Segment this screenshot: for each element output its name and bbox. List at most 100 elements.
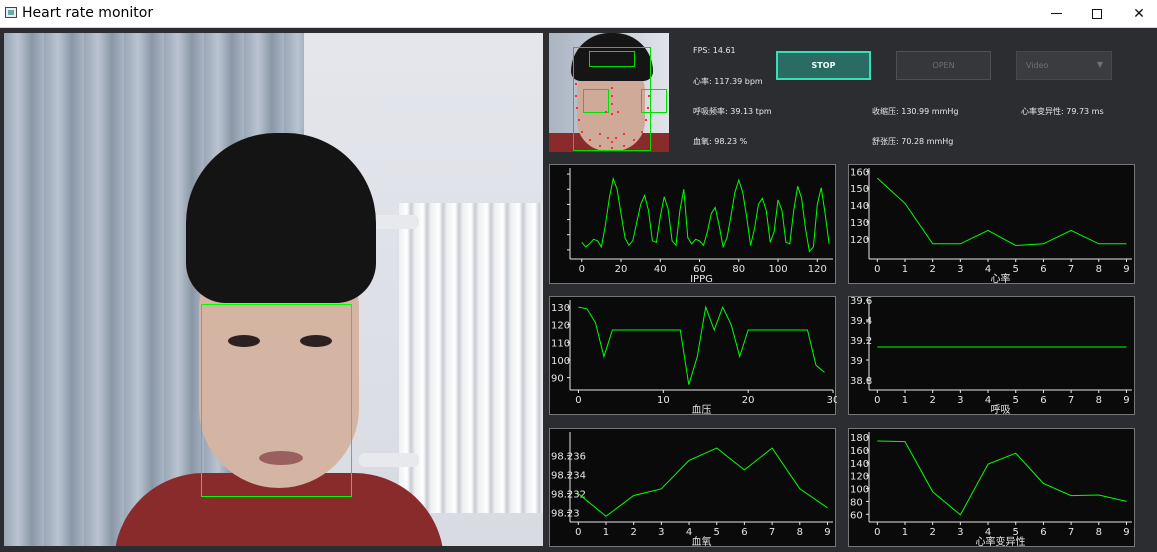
window-title: Heart rate monitor	[22, 5, 154, 21]
landmark-dot	[575, 95, 577, 97]
x-tick-label: 0	[579, 264, 585, 275]
y-tick-label: 140	[850, 459, 869, 470]
landmark-dot	[611, 95, 613, 97]
y-tick-label: 80	[850, 497, 863, 508]
x-tick-label: 9	[824, 527, 830, 538]
x-tick-label: 80	[732, 264, 745, 275]
y-tick-label: 120	[850, 472, 869, 483]
y-tick-label: 60	[850, 510, 863, 521]
x-axis-label: 呼吸	[991, 404, 1011, 416]
landmark-dot	[623, 133, 625, 135]
x-tick-label: 7	[769, 527, 775, 538]
x-tick-label: 0	[874, 395, 880, 406]
x-axis-label: 血压	[692, 403, 712, 416]
hrv-plot-canvas: 0 1 2 3 4 5 6 7 8 96080100120140160180心率变异性	[850, 432, 1132, 548]
x-tick-label: 5	[714, 527, 720, 538]
landmark-dot	[633, 139, 635, 141]
y-tick-label: 160	[850, 167, 869, 178]
x-tick-label: 1	[902, 264, 908, 275]
landmark-dot	[617, 111, 619, 113]
x-tick-label: 5	[1013, 395, 1019, 406]
landmark-dot	[575, 83, 577, 85]
maximize-button[interactable]	[1074, 0, 1120, 27]
landmark-dot	[645, 119, 647, 121]
x-axis-label: 心率变异性	[976, 535, 1026, 548]
y-tick-label: 90	[551, 374, 564, 385]
landmark-dot	[599, 145, 601, 147]
landmark-dot	[611, 147, 613, 149]
series-line	[577, 447, 828, 517]
roi-left-cheek-box	[583, 89, 609, 113]
x-tick-label: 2	[929, 527, 935, 538]
x-tick-label: 6	[741, 527, 747, 538]
x-tick-label: 6	[1040, 395, 1046, 406]
x-tick-label: 0	[874, 527, 880, 538]
x-tick-label: 3	[957, 395, 963, 406]
x-tick-label: 9	[1123, 395, 1129, 406]
landmark-dot	[611, 103, 613, 105]
source-select-value: Video	[1026, 61, 1049, 70]
y-tick-label: 98.234	[551, 471, 586, 482]
x-tick-label: 6	[1040, 264, 1046, 275]
x-tick-label: 2	[630, 527, 636, 538]
roi-right-cheek-box	[641, 89, 667, 113]
series-line	[581, 176, 830, 253]
y-tick-label: 150	[850, 184, 869, 195]
radiator-pipe-lower	[359, 453, 419, 467]
landmark-dot	[611, 141, 613, 143]
landmark-dot	[641, 131, 643, 133]
y-tick-label: 100	[850, 485, 869, 496]
landmark-dot	[589, 139, 591, 141]
x-tick-label: 3	[957, 264, 963, 275]
hair	[186, 133, 376, 303]
respiration-readout: 呼吸频率: 39.13 tpm	[693, 107, 772, 116]
ippg-plot: 0 20 40 60 80 100 120 IPPG	[549, 164, 836, 285]
x-tick-label: 1	[902, 395, 908, 406]
series-line	[877, 440, 1127, 516]
y-tick-label: 140	[850, 201, 869, 212]
x-tick-label: 120	[808, 264, 827, 275]
close-icon: ✕	[1133, 5, 1145, 22]
x-tick-label: 3	[658, 527, 664, 538]
stop-button[interactable]: STOP	[776, 51, 871, 80]
x-tick-label: 6	[1040, 527, 1046, 538]
roi-forehead-box	[589, 51, 635, 67]
close-button[interactable]: ✕	[1116, 0, 1157, 27]
y-tick-label: 130	[850, 218, 869, 229]
x-axis-label: IPPG	[690, 274, 713, 285]
landmark-dot	[578, 119, 580, 121]
blood-pressure-plot: 0 10 20 30 90 100 110 120 130 血压	[549, 296, 837, 416]
minimize-button[interactable]	[1033, 0, 1079, 27]
y-tick-label: 39.2	[850, 336, 872, 347]
y-tick-label: 130	[551, 303, 570, 314]
respiration-plot-canvas: 0 1 2 3 4 5 6 7 8 938.83939.239.439.6呼吸	[850, 297, 1132, 416]
spo2-plot: 0 1 2 3 4 5 6 7 8 9 98.23 98.232 98.234 98.236 血氧	[549, 428, 836, 548]
heart-rate-plot-canvas: 0 1 2 3 4 5 6 7 8 9120130140150160心率	[850, 167, 1132, 285]
x-tick-label: 7	[1068, 395, 1074, 406]
landmark-dot	[605, 111, 607, 113]
y-tick-label: 120	[850, 235, 869, 246]
heart-rate-plot: 0 1 2 3 4 5 6 7 8 9 120 130 140 150 160 心率	[848, 164, 1135, 285]
y-tick-label: 39.4	[850, 316, 872, 327]
landmark-dot	[615, 137, 617, 139]
x-tick-label: 9	[1123, 527, 1129, 538]
landmark-dot	[607, 137, 609, 139]
series-line	[578, 305, 825, 385]
hrv-plot: 0 1 2 3 4 5 6 7 8 9 60 80 100 120 140 160 180 心率变异性	[848, 428, 1135, 548]
x-axis-label: 血氧	[692, 535, 712, 548]
landmark-dot	[611, 87, 613, 89]
source-select[interactable]: Video ▼	[1016, 51, 1112, 80]
y-tick-label: 39.6	[850, 297, 872, 307]
x-tick-label: 0	[575, 527, 581, 538]
x-axis-label: 心率	[991, 272, 1011, 285]
y-tick-label: 160	[850, 446, 869, 457]
hrv-readout: 心率变异性: 79.73 ms	[1021, 107, 1104, 116]
x-tick-label: 8	[797, 527, 803, 538]
x-tick-label: 20	[742, 395, 755, 406]
x-tick-label: 2	[929, 395, 935, 406]
respiration-plot: 0 1 2 3 4 5 6 7 8 9 38.8 39 39.2 39.4 39.6 呼吸	[848, 296, 1135, 416]
x-tick-label: 1	[603, 527, 609, 538]
landmark-dot	[611, 113, 613, 115]
x-tick-label: 0	[874, 264, 880, 275]
open-button[interactable]: OPEN	[896, 51, 991, 80]
